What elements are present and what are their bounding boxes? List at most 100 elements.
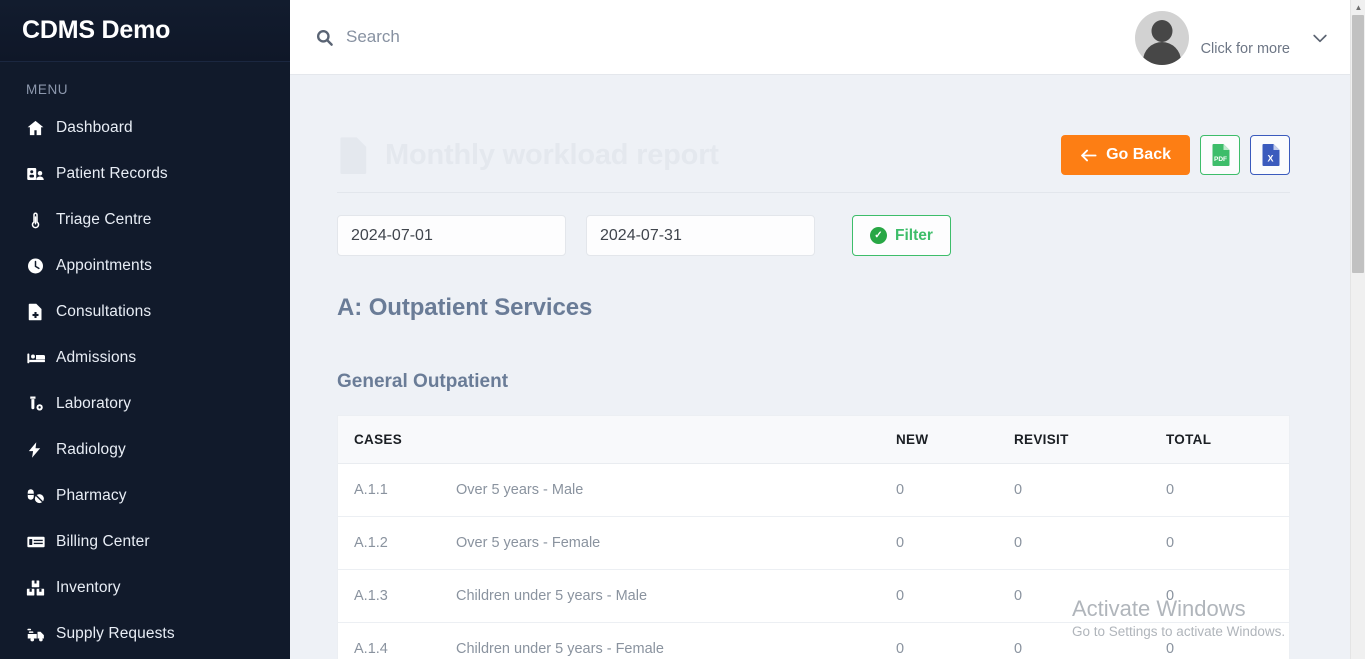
table-head: CASES NEW REVISIT TOTAL <box>338 416 1289 464</box>
sidebar-item-label: Inventory <box>56 579 121 596</box>
user-menu-label: Click for more <box>1200 40 1290 57</box>
row-code: A.1.1 <box>338 463 456 517</box>
sidebar-item-label: Billing Center <box>56 533 150 550</box>
row-new: 0 <box>896 463 1014 517</box>
row-description: Over 5 years - Female <box>456 516 896 570</box>
sidebar-item-label: Admissions <box>56 349 137 366</box>
workload-table-wrap: CASES NEW REVISIT TOTAL A.1.1 Over 5 year… <box>337 415 1290 659</box>
date-to-input[interactable] <box>586 215 815 256</box>
row-new: 0 <box>896 622 1014 659</box>
avatar-body-shape <box>1142 41 1181 65</box>
sidebar: CDMS Demo MENU Dashboard Patient Records T… <box>0 0 290 659</box>
page-title-wrap: Monthly workload report <box>337 136 719 174</box>
sidebar-item-appointments[interactable]: Appointments <box>0 243 290 289</box>
main-content: Monthly workload report Go Back PDF X 20… <box>290 75 1350 659</box>
column-header-cases: CASES <box>338 416 456 464</box>
workload-table: CASES NEW REVISIT TOTAL A.1.1 Over 5 year… <box>338 416 1289 659</box>
sidebar-item-dashboard[interactable]: Dashboard <box>0 105 290 151</box>
boxes-icon <box>26 579 56 597</box>
export-excel-button[interactable]: X <box>1250 135 1290 175</box>
table-row: A.1.3 Children under 5 years - Male 0 0 0 <box>338 569 1289 623</box>
top-header: Click for more <box>290 0 1355 75</box>
row-total: 0 <box>1166 463 1289 517</box>
sidebar-item-label: Dashboard <box>56 119 133 136</box>
sidebar-item-admissions[interactable]: Admissions <box>0 335 290 381</box>
table-row: A.1.1 Over 5 years - Male 0 0 0 <box>338 463 1289 517</box>
page-title: Monthly workload report <box>385 138 719 171</box>
row-code: A.1.4 <box>338 622 456 659</box>
sidebar-item-billing-center[interactable]: Billing Center <box>0 519 290 565</box>
go-back-label: Go Back <box>1106 146 1171 163</box>
thermometer-icon <box>26 211 56 229</box>
arrow-left-icon <box>1080 148 1097 163</box>
section-title: A: Outpatient Services <box>337 294 593 321</box>
chevron-down-icon[interactable] <box>1310 28 1330 48</box>
sidebar-item-radiology[interactable]: Radiology <box>0 427 290 473</box>
search-area[interactable] <box>315 27 726 47</box>
row-revisit: 0 <box>1014 569 1166 623</box>
page-actions: Go Back PDF X <box>1061 135 1290 175</box>
money-check-icon <box>26 533 56 551</box>
row-revisit: 0 <box>1014 622 1166 659</box>
excel-file-icon: X <box>1261 144 1280 166</box>
sidebar-item-pharmacy[interactable]: Pharmacy <box>0 473 290 519</box>
subsection-title: General Outpatient <box>337 371 509 392</box>
table-header-row: CASES NEW REVISIT TOTAL <box>338 416 1289 464</box>
row-description: Children under 5 years - Female <box>456 622 896 659</box>
truck-icon <box>26 625 56 643</box>
sidebar-item-patient-records[interactable]: Patient Records <box>0 151 290 197</box>
row-code: A.1.3 <box>338 569 456 623</box>
row-new: 0 <box>896 569 1014 623</box>
row-revisit: 0 <box>1014 516 1166 570</box>
row-revisit: 0 <box>1014 463 1166 517</box>
sidebar-item-inventory[interactable]: Inventory <box>0 565 290 611</box>
go-back-button[interactable]: Go Back <box>1061 135 1190 175</box>
column-header-blank <box>456 416 896 464</box>
table-row: A.1.4 Children under 5 years - Female 0 0 0 <box>338 622 1289 659</box>
search-input[interactable] <box>346 27 726 47</box>
bolt-icon <box>26 441 56 459</box>
sidebar-item-label: Triage Centre <box>56 211 152 228</box>
row-description: Children under 5 years - Male <box>456 569 896 623</box>
page-scrollbar[interactable]: ▲ <box>1350 0 1365 659</box>
sidebar-item-label: Pharmacy <box>56 487 127 504</box>
svg-text:X: X <box>1267 154 1273 164</box>
column-header-revisit: REVISIT <box>1014 416 1166 464</box>
row-code: A.1.2 <box>338 516 456 570</box>
filter-row: ✓ Filter <box>290 193 1350 256</box>
scrollbar-thumb[interactable] <box>1352 15 1364 273</box>
sidebar-item-label: Supply Requests <box>56 625 175 642</box>
table-body: A.1.1 Over 5 years - Male 0 0 0 A.1.2 Over 5 y… <box>338 463 1289 659</box>
sidebar-item-label: Appointments <box>56 257 152 274</box>
filter-button[interactable]: ✓ Filter <box>852 215 951 256</box>
sidebar-item-label: Radiology <box>56 441 126 458</box>
brand-area[interactable]: CDMS Demo <box>0 0 290 62</box>
menu-section-label: MENU <box>26 82 69 97</box>
hospital-bed-icon <box>26 349 56 367</box>
check-circle-icon: ✓ <box>870 227 887 244</box>
sidebar-nav: Dashboard Patient Records Triage Centre App… <box>0 105 290 657</box>
sidebar-item-label: Consultations <box>56 303 152 320</box>
sidebar-item-supply-requests[interactable]: Supply Requests <box>0 611 290 657</box>
page-title-row: Monthly workload report Go Back PDF X <box>290 75 1350 175</box>
pills-icon <box>26 487 56 505</box>
search-icon <box>315 28 334 47</box>
clock-icon <box>26 257 56 275</box>
scroll-up-arrow-icon[interactable]: ▲ <box>1351 0 1365 14</box>
user-menu[interactable]: Click for more <box>1134 0 1330 75</box>
sidebar-item-consultations[interactable]: Consultations <box>0 289 290 335</box>
table-row: A.1.2 Over 5 years - Female 0 0 0 <box>338 516 1289 570</box>
sidebar-item-triage-centre[interactable]: Triage Centre <box>0 197 290 243</box>
column-header-new: NEW <box>896 416 1014 464</box>
row-description: Over 5 years - Male <box>456 463 896 517</box>
id-card-icon <box>26 165 56 183</box>
row-new: 0 <box>896 516 1014 570</box>
row-total: 0 <box>1166 569 1289 623</box>
date-from-input[interactable] <box>337 215 566 256</box>
avatar-head-shape <box>1151 19 1173 42</box>
row-total: 0 <box>1166 622 1289 659</box>
avatar[interactable] <box>1134 10 1189 65</box>
sidebar-item-laboratory[interactable]: Laboratory <box>0 381 290 427</box>
export-pdf-button[interactable]: PDF <box>1200 135 1240 175</box>
pdf-file-icon: PDF <box>1211 144 1230 166</box>
